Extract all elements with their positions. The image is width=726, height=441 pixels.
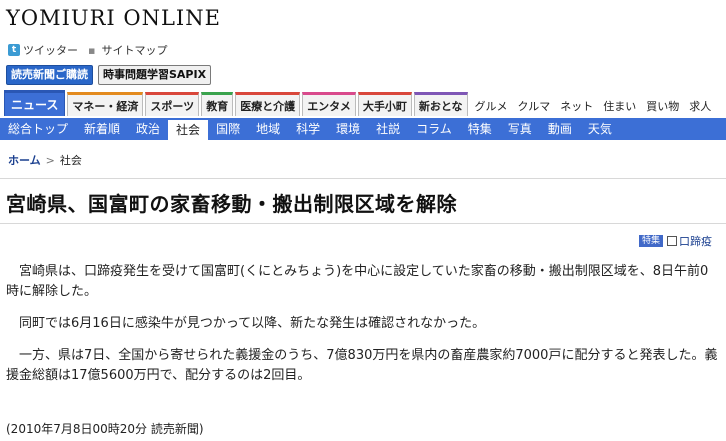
- nav-item-3[interactable]: 社会: [168, 118, 209, 140]
- article-paragraph: 同町では6月16日に感染牛が見つかって以降、新たな発生は確認されなかった。: [19, 316, 486, 331]
- nav-item-9[interactable]: コラム: [408, 118, 460, 140]
- category-link-2[interactable]: ネット: [555, 95, 598, 116]
- topic-badge: 特集: [638, 235, 663, 247]
- article-paragraph: 一方、県は7日、全国から寄せられた義援金のうち、7億830万円を県内の畜産農家約…: [6, 348, 718, 383]
- nav-item-2[interactable]: 政治: [128, 118, 168, 140]
- sapix-button[interactable]: 時事問題学習SAPIX: [98, 65, 212, 85]
- topic-label[interactable]: 口蹄疫: [679, 233, 712, 249]
- article-headline: 宮崎県、国富町の家畜移動・搬出制限区域を解除: [6, 192, 457, 216]
- topic-link[interactable]: 特集 口蹄疫: [638, 233, 712, 249]
- section-nav: 総合トップ 新着順 政治 社会 国際 地域 科学 環境 社説 コラム 特集 写真 動画 天気: [0, 118, 726, 140]
- nav-item-7[interactable]: 環境: [328, 118, 368, 140]
- bullet-icon: ▪: [88, 43, 96, 57]
- nav-item-12[interactable]: 動画: [540, 118, 580, 140]
- category-tab-6[interactable]: 大手小町: [357, 92, 412, 116]
- category-link-1[interactable]: クルマ: [513, 95, 556, 116]
- category-tab-4[interactable]: 医療と介護: [235, 92, 301, 116]
- breadcrumb-current[interactable]: 社会: [60, 154, 82, 167]
- subscribe-button[interactable]: 読売新聞ご購読: [6, 65, 93, 85]
- category-tab-0[interactable]: ニュース: [4, 90, 66, 116]
- article-dateline: (2010年7月8日00時20分 読売新聞): [6, 422, 204, 436]
- breadcrumb: ホーム > 社会: [8, 152, 82, 168]
- chevron-right-icon: >: [45, 154, 55, 167]
- category-tab-2[interactable]: スポーツ: [145, 92, 200, 116]
- article-paragraph: 宮崎県は、口蹄疫発生を受けて国富町(くにとみちょう)を中心に設定していた家畜の移…: [6, 264, 709, 299]
- category-link-4[interactable]: 買い物: [641, 95, 684, 116]
- square-icon: [667, 236, 677, 246]
- site-logo[interactable]: YOMIURI ONLINE: [6, 6, 221, 30]
- category-tabs: ニュース マネー・経済 スポーツ 教育 医療と介護 エンタメ 大手小町 新おとな グルメ クルマネ…: [4, 90, 716, 116]
- nav-item-4[interactable]: 国際: [208, 118, 248, 140]
- nav-item-6[interactable]: 科学: [288, 118, 328, 140]
- twitter-icon: t: [8, 44, 20, 56]
- promo-buttons: 読売新聞ご購読 時事問題学習SAPIX: [6, 65, 212, 85]
- divider: [0, 178, 726, 179]
- category-tab-7[interactable]: 新おとな: [413, 92, 468, 116]
- top-links: t ツイッター ▪ サイトマップ: [8, 42, 167, 58]
- article-body: 宮崎県は、口蹄疫発生を受けて国富町(くにとみちょう)を中心に設定していた家畜の移…: [6, 262, 718, 398]
- sitemap-link[interactable]: サイトマップ: [101, 42, 167, 58]
- category-tab-1[interactable]: マネー・経済: [67, 92, 144, 116]
- nav-item-11[interactable]: 写真: [500, 118, 540, 140]
- divider: [0, 223, 726, 224]
- nav-item-0[interactable]: 総合トップ: [0, 118, 76, 140]
- nav-item-13[interactable]: 天気: [580, 118, 620, 140]
- category-link-5[interactable]: 求人: [684, 95, 716, 116]
- category-link-0[interactable]: グルメ: [470, 95, 513, 116]
- nav-item-8[interactable]: 社説: [368, 118, 408, 140]
- nav-item-5[interactable]: 地域: [248, 118, 288, 140]
- category-link-3[interactable]: 住まい: [598, 95, 641, 116]
- category-tab-3[interactable]: 教育: [201, 92, 234, 116]
- nav-item-1[interactable]: 新着順: [76, 118, 128, 140]
- category-tab-5[interactable]: エンタメ: [302, 92, 356, 116]
- nav-item-10[interactable]: 特集: [460, 118, 500, 140]
- twitter-link[interactable]: ツイッター: [23, 42, 78, 58]
- breadcrumb-home[interactable]: ホーム: [8, 154, 41, 167]
